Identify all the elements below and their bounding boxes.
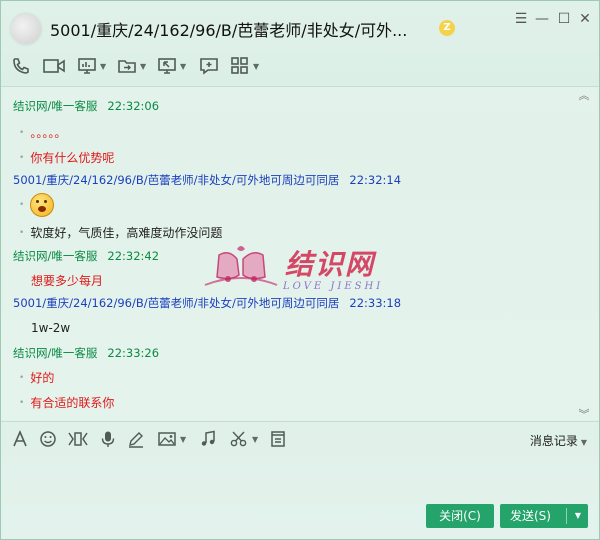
message-time: 22:32:06: [107, 99, 160, 113]
message-time: 22:32:14: [349, 173, 402, 187]
chevron-down-icon[interactable]: ▼: [140, 62, 146, 71]
close-icon[interactable]: ✕: [575, 9, 595, 29]
sender-name: 结识网/唯一客服: [13, 249, 98, 263]
message-icon[interactable]: [199, 55, 219, 77]
message-time: 22:33:26: [107, 346, 160, 360]
message-line: • 软度好，气质佳，高难度动作没问题: [19, 226, 223, 240]
screen-share-icon[interactable]: ▼: [77, 55, 106, 77]
apps-grid-icon[interactable]: ▼: [230, 55, 259, 77]
title-bar: 5001/重庆/24/162/96/B/芭蕾老师/非处女/可外... Z ☰ —…: [1, 1, 599, 51]
message-time: 22:32:42: [107, 249, 160, 263]
chevron-down-icon[interactable]: ▼: [570, 504, 586, 528]
message-line: • 有合适的联系你: [19, 396, 115, 410]
sender-name: 5001/重庆/24/162/96/B/芭蕾老师/非处女/可外地可周边可同居: [13, 173, 340, 187]
message-header: 结识网/唯一客服 22:32:06: [13, 98, 159, 114]
message-line: •。。。。。: [19, 126, 67, 140]
chat-toolbar: ▼ ▼ ▼ ▼: [1, 51, 599, 81]
window-title: 5001/重庆/24/162/96/B/芭蕾老师/非处女/可外...: [50, 21, 408, 40]
scroll-down-icon[interactable]: ︾: [577, 406, 591, 420]
message-header: 结识网/唯一客服 22:33:26: [13, 345, 159, 361]
phone-icon[interactable]: [11, 55, 31, 77]
vip-badge-icon[interactable]: Z: [439, 20, 455, 36]
close-button[interactable]: 关闭(C): [426, 504, 494, 528]
document-icon[interactable]: [269, 429, 287, 449]
message-line: •: [19, 193, 55, 217]
watermark-text: 结识网: [285, 248, 376, 281]
maximize-icon[interactable]: ☐: [554, 9, 574, 29]
image-icon[interactable]: ▼: [157, 429, 186, 449]
message-header: 5001/重庆/24/162/96/B/芭蕾老师/非处女/可外地可周边可同居 22…: [13, 172, 401, 188]
message-line: • 好的: [19, 371, 55, 385]
sender-name: 结识网/唯一客服: [13, 99, 98, 113]
watermark-logo: 结识网 LOVE JIESHI: [201, 241, 411, 301]
bells-icon: [204, 246, 278, 286]
chevron-down-icon[interactable]: ▼: [180, 435, 186, 444]
send-button-label: 发送(S): [510, 509, 551, 523]
message-line: 1w-2w: [31, 321, 71, 335]
pen-icon[interactable]: [127, 429, 145, 449]
watermark-subtext: LOVE JIESHI: [283, 281, 384, 292]
remote-desktop-icon[interactable]: ▼: [157, 55, 186, 77]
chevron-down-icon[interactable]: ▼: [180, 62, 186, 71]
video-call-icon[interactable]: [42, 55, 66, 77]
message-line: • 你有什么优势呢: [19, 151, 115, 165]
gif-icon[interactable]: [67, 429, 89, 449]
sender-name: 结识网/唯一客服: [13, 346, 98, 360]
chevron-down-icon[interactable]: ▼: [100, 62, 106, 71]
message-input[interactable]: [1, 456, 599, 501]
divider: [566, 508, 567, 524]
menu-icon[interactable]: ☰: [511, 9, 531, 29]
microphone-icon[interactable]: [99, 429, 117, 449]
chat-window: 5001/重庆/24/162/96/B/芭蕾老师/非处女/可外... Z ☰ —…: [0, 0, 600, 540]
message-history-label: 消息记录: [529, 434, 578, 448]
message-history-button[interactable]: 消息记录 ▼: [530, 432, 587, 449]
message-line: 想要多少每月: [31, 274, 104, 288]
music-icon[interactable]: [199, 429, 217, 449]
font-icon[interactable]: [11, 429, 29, 449]
message-header: 结识网/唯一客服 22:32:42: [13, 248, 159, 264]
scroll-up-icon[interactable]: ︽: [577, 87, 591, 102]
file-transfer-icon[interactable]: ▼: [117, 55, 146, 77]
chevron-down-icon[interactable]: ▼: [253, 62, 259, 71]
minimize-icon[interactable]: —: [532, 9, 552, 29]
emoji-icon[interactable]: [39, 429, 57, 449]
send-button[interactable]: 发送(S) ▼: [500, 504, 588, 528]
chevron-down-icon[interactable]: ▼: [581, 438, 587, 447]
scissors-icon[interactable]: ▼: [229, 429, 258, 449]
input-toolbar: ▼ ▼ 消息记录 ▼: [1, 421, 599, 456]
surprised-face-icon: [30, 193, 55, 217]
chevron-down-icon[interactable]: ▼: [252, 435, 258, 444]
avatar[interactable]: [11, 14, 41, 44]
